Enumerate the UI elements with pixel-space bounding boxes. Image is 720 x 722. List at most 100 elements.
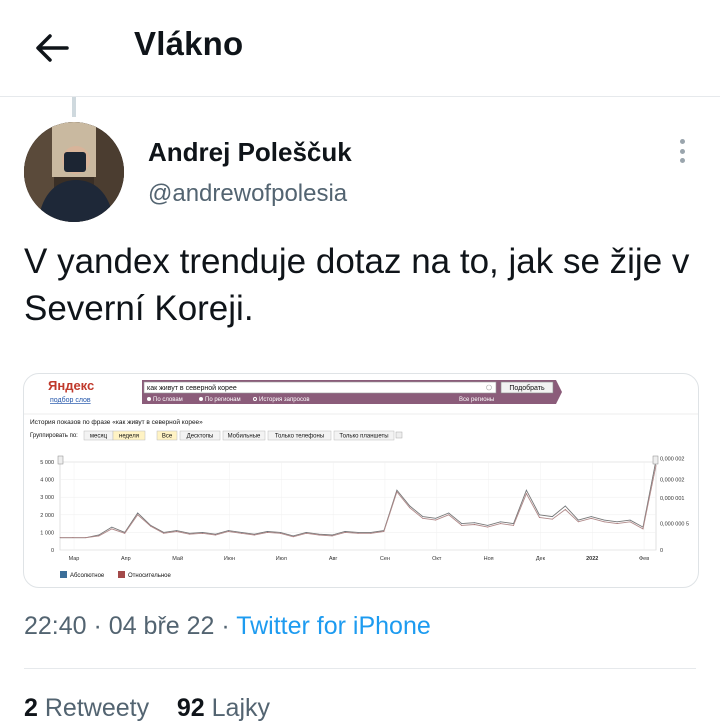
data-point xyxy=(331,534,333,536)
data-point xyxy=(357,532,359,534)
data-point xyxy=(383,531,385,532)
yandex-logo-subtitle: подбор слов xyxy=(50,396,91,404)
data-point xyxy=(552,518,553,520)
top-bar: Vlákno xyxy=(0,0,720,97)
data-point xyxy=(629,521,631,523)
data-point xyxy=(577,521,579,523)
data-point xyxy=(357,532,359,533)
data-point xyxy=(202,532,203,534)
data-point xyxy=(72,537,74,538)
trend-chart: 5 000 4 000 3 000 2 000 1 000 0 0,000 002 0,000… xyxy=(40,455,689,562)
filter-tab-label: Только планшеты xyxy=(339,434,388,440)
radio-history-label: История запросов xyxy=(259,397,310,403)
data-point xyxy=(344,531,346,532)
data-point xyxy=(487,525,488,526)
data-point xyxy=(513,525,514,526)
data-point xyxy=(267,531,268,532)
data-point xyxy=(422,518,424,519)
data-point xyxy=(241,532,242,533)
tweet-stats: 2 Retweety 92 Lajky xyxy=(24,694,270,722)
data-point xyxy=(500,523,501,524)
data-point xyxy=(98,535,100,537)
data-point xyxy=(137,512,139,514)
x-tick-label: Июн xyxy=(224,556,235,562)
yandex-logo: Яндекс xyxy=(48,378,94,393)
data-point xyxy=(474,524,475,525)
x-tick-label: Сен xyxy=(380,556,390,562)
x-tick-label: Ноя xyxy=(484,556,494,562)
x-tick-label: Дек xyxy=(536,556,546,562)
filter-tab-label: Только телефоны xyxy=(275,434,324,440)
avatar[interactable] xyxy=(24,122,124,222)
x-tick-label: 2022 xyxy=(586,556,598,562)
retweets-label: Retweety xyxy=(44,694,150,722)
legend-swatch-absolute xyxy=(60,571,67,578)
data-point xyxy=(590,516,592,517)
data-point xyxy=(163,532,164,534)
data-point xyxy=(370,532,372,533)
data-point xyxy=(500,521,501,523)
data-point xyxy=(396,489,398,491)
x-tick-label: Апр xyxy=(121,556,131,562)
x-tick-label: Авг xyxy=(329,556,338,562)
likes-count: 92 xyxy=(176,694,205,722)
data-point xyxy=(137,514,139,516)
data-point xyxy=(616,521,618,523)
y-tick-label: 5 000 xyxy=(40,460,54,466)
data-point xyxy=(279,532,281,534)
divider xyxy=(24,668,696,669)
data-point xyxy=(577,519,579,521)
plot-area xyxy=(59,461,657,551)
y2-tick-label: 0,000 001 xyxy=(660,496,684,502)
arrow-left-icon xyxy=(36,34,69,62)
radio-regions-label: По регионам xyxy=(205,397,241,403)
query-text: как живут в северной корее xyxy=(147,384,237,392)
data-point xyxy=(461,523,462,524)
data-point xyxy=(448,514,449,516)
data-point xyxy=(241,532,242,534)
radio-icon xyxy=(199,397,203,401)
y2-tick-label: 0 xyxy=(660,548,663,554)
retweets-count: 2 xyxy=(24,694,38,722)
tweet-source-link[interactable]: Twitter for iPhone xyxy=(236,612,431,640)
data-point xyxy=(189,532,190,534)
data-point xyxy=(487,526,488,528)
y-tick-label: 4 000 xyxy=(40,478,54,484)
more-options-button[interactable] xyxy=(668,134,696,168)
y-tick-label: 0 xyxy=(51,548,54,554)
data-point xyxy=(422,516,424,517)
tweet-meta: 22:40 · 04 bře 22 · Twitter for iPhone xyxy=(24,612,431,640)
x-tick-label: Июл xyxy=(276,556,287,562)
legend-swatch-relative xyxy=(118,571,125,578)
x-tick-label: Май xyxy=(172,555,183,562)
yandex-wordstat-screenshot: Яндекс подбор слов как живут в северной … xyxy=(24,378,698,579)
data-point xyxy=(292,535,294,537)
data-point xyxy=(111,528,113,530)
data-point xyxy=(318,534,320,536)
data-point xyxy=(279,532,281,533)
y-tick-label: 3 000 xyxy=(40,495,54,501)
avatar-image xyxy=(24,122,124,222)
history-title: История показов по фразе «как живут в се… xyxy=(30,418,203,426)
data-point xyxy=(565,505,566,507)
data-point xyxy=(435,519,437,521)
data-point xyxy=(526,493,527,494)
data-point xyxy=(461,525,462,526)
data-point xyxy=(655,465,657,466)
retweets-stat[interactable]: 2 Retweety xyxy=(24,694,149,722)
author-name[interactable]: Andrej Poleščuk xyxy=(148,137,352,168)
data-point xyxy=(228,530,229,531)
tweet-media-image[interactable]: Яндекс подбор слов как живут в северной … xyxy=(23,373,699,588)
tweet-text: V yandex trenduje dotaz na to, jak se ži… xyxy=(24,242,690,328)
legend-relative-label: Относительное xyxy=(128,573,172,579)
data-point xyxy=(189,533,190,535)
data-point xyxy=(539,517,540,518)
data-point xyxy=(409,507,411,509)
data-point xyxy=(254,534,255,536)
data-point xyxy=(215,534,216,536)
all-regions-label: Все регионы xyxy=(459,397,494,403)
likes-stat[interactable]: 92 Lajky xyxy=(177,694,270,722)
author-handle[interactable]: @andrewofpolesia xyxy=(148,180,347,208)
data-point xyxy=(539,514,540,516)
back-button[interactable] xyxy=(30,26,74,70)
